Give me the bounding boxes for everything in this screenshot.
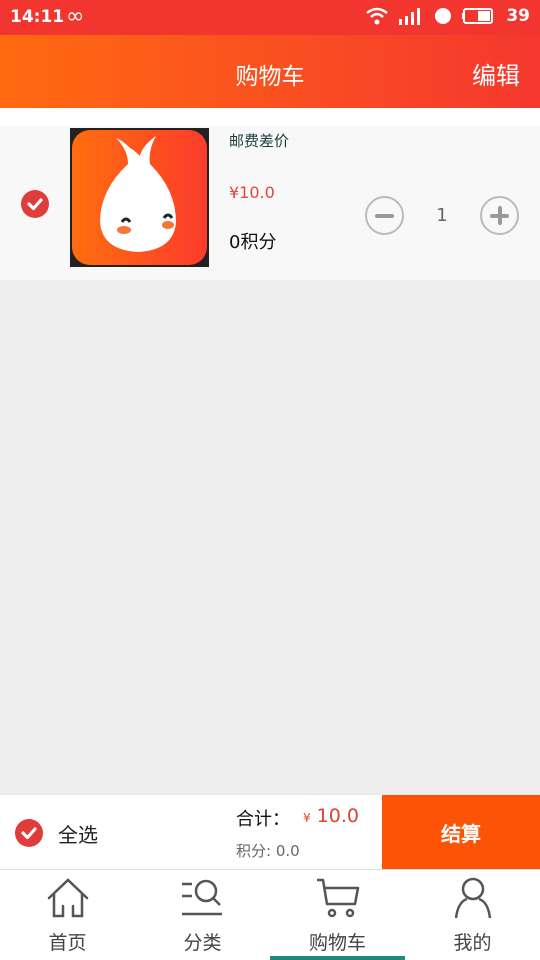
item-name: 邮费差价 bbox=[229, 132, 290, 150]
total-amount: 10.0 bbox=[316, 805, 359, 827]
tab-profile[interactable]: 我的 bbox=[405, 870, 540, 960]
battery-icon bbox=[462, 8, 494, 24]
increase-button[interactable] bbox=[480, 196, 519, 235]
tab-label: 分类 bbox=[183, 932, 222, 954]
user-icon bbox=[454, 877, 491, 919]
mascot-logo-icon bbox=[100, 136, 176, 252]
infinity-icon: ∞ bbox=[66, 4, 85, 29]
quantity-value: 1 bbox=[436, 205, 448, 226]
check-icon bbox=[21, 827, 37, 840]
quantity-stepper: 1 bbox=[365, 196, 519, 235]
signal-icon bbox=[399, 8, 421, 25]
select-all-label[interactable]: 全选 bbox=[58, 819, 98, 848]
item-checkbox[interactable] bbox=[21, 190, 49, 218]
item-price: ¥10.0 bbox=[229, 183, 275, 202]
checkout-button[interactable]: 结算 bbox=[382, 795, 540, 870]
points-total: 积分: 0.0 bbox=[236, 842, 300, 860]
tab-label: 首页 bbox=[48, 932, 87, 954]
total-label: 合计： bbox=[236, 809, 290, 830]
active-tab-indicator bbox=[270, 956, 405, 960]
check-icon bbox=[27, 198, 43, 211]
tab-cart[interactable]: 购物车 bbox=[270, 870, 405, 960]
app-header: 购物车 编辑 bbox=[0, 35, 540, 108]
tab-bar: 首页 分类 购物车 我的 bbox=[0, 869, 540, 960]
currency-symbol: ¥ bbox=[303, 811, 311, 825]
minus-icon bbox=[375, 214, 394, 218]
plus-icon-vertical bbox=[498, 206, 502, 225]
cart-icon bbox=[316, 878, 359, 918]
select-all-checkbox[interactable] bbox=[15, 819, 43, 847]
cart-item: 邮费差价 ¥10.0 0积分 1 bbox=[0, 126, 540, 280]
decrease-button[interactable] bbox=[365, 196, 404, 235]
tab-label: 购物车 bbox=[308, 932, 366, 954]
page-title: 购物车 bbox=[235, 64, 305, 90]
home-icon bbox=[47, 878, 88, 918]
status-bar: 14:11 ∞ 39 bbox=[0, 0, 540, 35]
wifi-icon bbox=[366, 7, 389, 25]
item-points: 0积分 bbox=[229, 232, 277, 253]
status-time: 14:11 bbox=[10, 7, 65, 27]
category-search-icon bbox=[181, 879, 222, 916]
tab-home[interactable]: 首页 bbox=[0, 870, 135, 960]
total-value: ¥10.0 bbox=[303, 805, 359, 827]
header-gap bbox=[0, 108, 540, 126]
tab-category[interactable]: 分类 bbox=[135, 870, 270, 960]
battery-level: 39 bbox=[506, 6, 530, 26]
tab-label: 我的 bbox=[453, 932, 492, 954]
checkout-bar: 全选 合计： ¥10.0 积分: 0.0 结算 bbox=[0, 794, 540, 870]
product-image[interactable] bbox=[70, 128, 209, 267]
edit-button[interactable]: 编辑 bbox=[472, 56, 520, 91]
hd-icon bbox=[435, 8, 452, 24]
